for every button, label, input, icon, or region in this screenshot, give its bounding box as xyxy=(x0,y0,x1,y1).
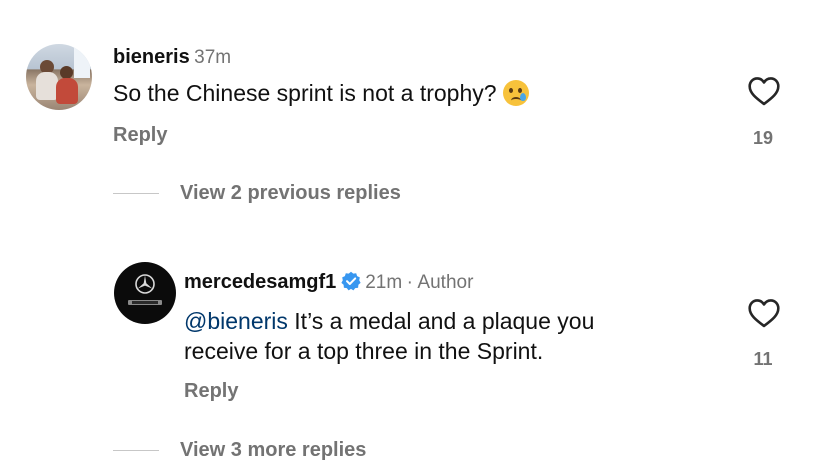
comment-username[interactable]: bieneris xyxy=(113,46,190,68)
reply-mention-link[interactable]: @bieneris xyxy=(184,308,288,334)
comment-body: So the Chinese sprint is not a trophy? xyxy=(113,80,497,106)
reply-text-line-1: @bieneris It’s a medal and a plaque you xyxy=(184,306,594,336)
view-more-replies-button[interactable]: View 3 more replies xyxy=(180,439,366,462)
reply-username[interactable]: mercedesamgf1 xyxy=(184,271,336,293)
reply-text-line-1-body: It’s a medal and a plaque you xyxy=(287,308,595,334)
comment-time: 37m xyxy=(194,47,232,68)
reply-reply-button[interactable]: Reply xyxy=(184,380,238,403)
mercedes-star-logo-icon xyxy=(128,274,162,305)
reply-text: @bieneris It’s a medal and a plaque you … xyxy=(184,306,594,366)
author-label: Author xyxy=(417,272,474,293)
reply-text-line-2: receive for a top three in the Sprint. xyxy=(184,338,544,364)
reply-time: 21m xyxy=(365,272,403,293)
reply-avatar[interactable] xyxy=(114,262,176,324)
reply-like-count: 11 xyxy=(753,349,773,369)
reply-like-heart-icon[interactable] xyxy=(747,298,781,328)
reply-separator: · xyxy=(406,272,413,293)
comment-reply-button[interactable]: Reply xyxy=(113,124,167,147)
commenter-avatar[interactable] xyxy=(26,44,92,110)
verified-badge-icon xyxy=(341,271,361,291)
reply-header: mercedesamgf1 21m · Author xyxy=(184,271,473,294)
comment-like-count: 19 xyxy=(752,128,774,148)
comment-like-heart-icon[interactable] xyxy=(747,76,781,106)
comment-text: So the Chinese sprint is not a trophy? xyxy=(113,78,529,108)
view-more-divider xyxy=(113,450,159,451)
crying-face-icon xyxy=(502,80,529,106)
view-previous-replies-button[interactable]: View 2 previous replies xyxy=(180,182,401,205)
view-replies-divider xyxy=(113,193,159,194)
comment-header: bieneris 37m xyxy=(113,46,231,69)
